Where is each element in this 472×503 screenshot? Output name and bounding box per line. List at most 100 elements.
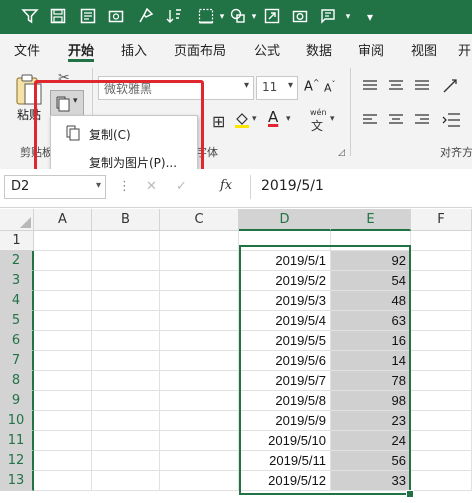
- chevron-down-icon[interactable]: ▾: [286, 114, 291, 124]
- tab-file[interactable]: 文件: [14, 40, 40, 59]
- grid-cell[interactable]: [34, 231, 92, 251]
- grid-cell[interactable]: [411, 251, 472, 271]
- grid-cell[interactable]: [92, 371, 160, 391]
- row-header[interactable]: 2: [0, 251, 34, 271]
- grid-cell[interactable]: [92, 431, 160, 451]
- date-cell[interactable]: 2019/5/3: [239, 291, 331, 311]
- value-cell[interactable]: 14: [331, 351, 411, 371]
- row-header[interactable]: 9: [0, 391, 34, 411]
- grid-cell[interactable]: [92, 311, 160, 331]
- date-cell[interactable]: 2019/5/12: [239, 471, 331, 491]
- column-header-d[interactable]: D: [239, 209, 331, 231]
- grid-cell[interactable]: [160, 411, 239, 431]
- row-header[interactable]: 13: [0, 471, 34, 491]
- column-header-c[interactable]: C: [160, 209, 239, 231]
- grid-cell[interactable]: [160, 311, 239, 331]
- grid-cell[interactable]: [34, 451, 92, 471]
- enter-icon[interactable]: ✓: [176, 179, 187, 194]
- chevron-down-icon[interactable]: ▾: [252, 114, 257, 124]
- indent-icon[interactable]: [442, 112, 462, 132]
- grid-cell[interactable]: [34, 391, 92, 411]
- date-cell[interactable]: 2019/5/11: [239, 451, 331, 471]
- column-header-f[interactable]: F: [411, 209, 472, 231]
- column-header-a[interactable]: A: [34, 209, 92, 231]
- value-cell[interactable]: 24: [331, 431, 411, 451]
- grid-cell[interactable]: [411, 291, 472, 311]
- grid-cell[interactable]: [34, 411, 92, 431]
- grid-cell[interactable]: [160, 451, 239, 471]
- row-header[interactable]: 10: [0, 411, 34, 431]
- tab-more[interactable]: 开: [458, 40, 471, 59]
- dialog-launcher-icon[interactable]: ◿: [338, 148, 345, 158]
- grid-cell[interactable]: [34, 471, 92, 491]
- tab-data[interactable]: 数据: [306, 40, 332, 59]
- date-cell[interactable]: 2019/5/10: [239, 431, 331, 451]
- fx-icon[interactable]: fx: [220, 178, 232, 193]
- grid-cell[interactable]: [411, 331, 472, 351]
- grid-cell[interactable]: [160, 471, 239, 491]
- decrease-font-icon[interactable]: Aˇ: [324, 80, 336, 95]
- grid-cell[interactable]: [411, 311, 472, 331]
- grid-cell[interactable]: [411, 451, 472, 471]
- tab-page-layout[interactable]: 页面布局: [174, 40, 226, 59]
- grid-cell[interactable]: [34, 291, 92, 311]
- date-cell[interactable]: 2019/5/2: [239, 271, 331, 291]
- grid-cell[interactable]: [160, 251, 239, 271]
- form-icon[interactable]: [78, 7, 98, 27]
- orientation-icon[interactable]: [442, 78, 462, 98]
- screenshot-icon[interactable]: [290, 7, 310, 27]
- grid-cell[interactable]: [92, 291, 160, 311]
- symbols-dropdown-icon[interactable]: ▾: [338, 7, 358, 27]
- grid-cell[interactable]: [160, 371, 239, 391]
- date-cell[interactable]: 2019/5/6: [239, 351, 331, 371]
- date-cell[interactable]: 2019/5/1: [239, 251, 331, 271]
- grid-cell[interactable]: [411, 471, 472, 491]
- value-cell[interactable]: 33: [331, 471, 411, 491]
- grid-cell[interactable]: [160, 351, 239, 371]
- row-header[interactable]: 7: [0, 351, 34, 371]
- value-cell[interactable]: 16: [331, 331, 411, 351]
- cancel-icon[interactable]: ✕: [146, 179, 157, 194]
- grid-cell[interactable]: [34, 371, 92, 391]
- column-header-b[interactable]: B: [92, 209, 160, 231]
- row-header[interactable]: 1: [0, 231, 34, 251]
- align-bottom-icon[interactable]: [414, 78, 430, 97]
- grid-cell[interactable]: [411, 391, 472, 411]
- value-cell[interactable]: 54: [331, 271, 411, 291]
- font-size-select[interactable]: 11 ▾: [256, 76, 298, 100]
- grid-cell[interactable]: [160, 391, 239, 411]
- borders-icon[interactable]: ⊞: [212, 112, 225, 131]
- tab-view[interactable]: 视图: [411, 40, 437, 59]
- sort-icon[interactable]: [164, 7, 184, 27]
- value-cell[interactable]: [331, 231, 411, 251]
- row-header[interactable]: 5: [0, 311, 34, 331]
- tab-home[interactable]: 开始: [68, 40, 94, 59]
- value-cell[interactable]: 98: [331, 391, 411, 411]
- align-left-icon[interactable]: [362, 112, 378, 131]
- grid-cell[interactable]: [160, 331, 239, 351]
- align-right-icon[interactable]: [414, 112, 430, 131]
- grid-cell[interactable]: [411, 231, 472, 251]
- font-color-icon[interactable]: A: [268, 108, 278, 126]
- row-header[interactable]: 3: [0, 271, 34, 291]
- grid-cell[interactable]: [411, 411, 472, 431]
- grid-cell[interactable]: [411, 431, 472, 451]
- grid-cell[interactable]: [411, 371, 472, 391]
- filter-icon[interactable]: [20, 7, 40, 27]
- row-header[interactable]: 12: [0, 451, 34, 471]
- value-cell[interactable]: 48: [331, 291, 411, 311]
- save-icon[interactable]: [48, 7, 68, 27]
- grid-cell[interactable]: [92, 411, 160, 431]
- grid-cell[interactable]: [160, 431, 239, 451]
- chevron-down-icon[interactable]: ▾: [330, 114, 335, 124]
- grid-cell[interactable]: [92, 351, 160, 371]
- share-icon[interactable]: [262, 7, 282, 27]
- grid-cell[interactable]: [92, 451, 160, 471]
- grid-cell[interactable]: [34, 251, 92, 271]
- grid-cell[interactable]: [92, 271, 160, 291]
- grid-cell[interactable]: [34, 311, 92, 331]
- grid-cell[interactable]: [34, 351, 92, 371]
- grid-cell[interactable]: [92, 331, 160, 351]
- grid-cell[interactable]: [160, 271, 239, 291]
- name-box[interactable]: D2 ▾: [4, 175, 106, 199]
